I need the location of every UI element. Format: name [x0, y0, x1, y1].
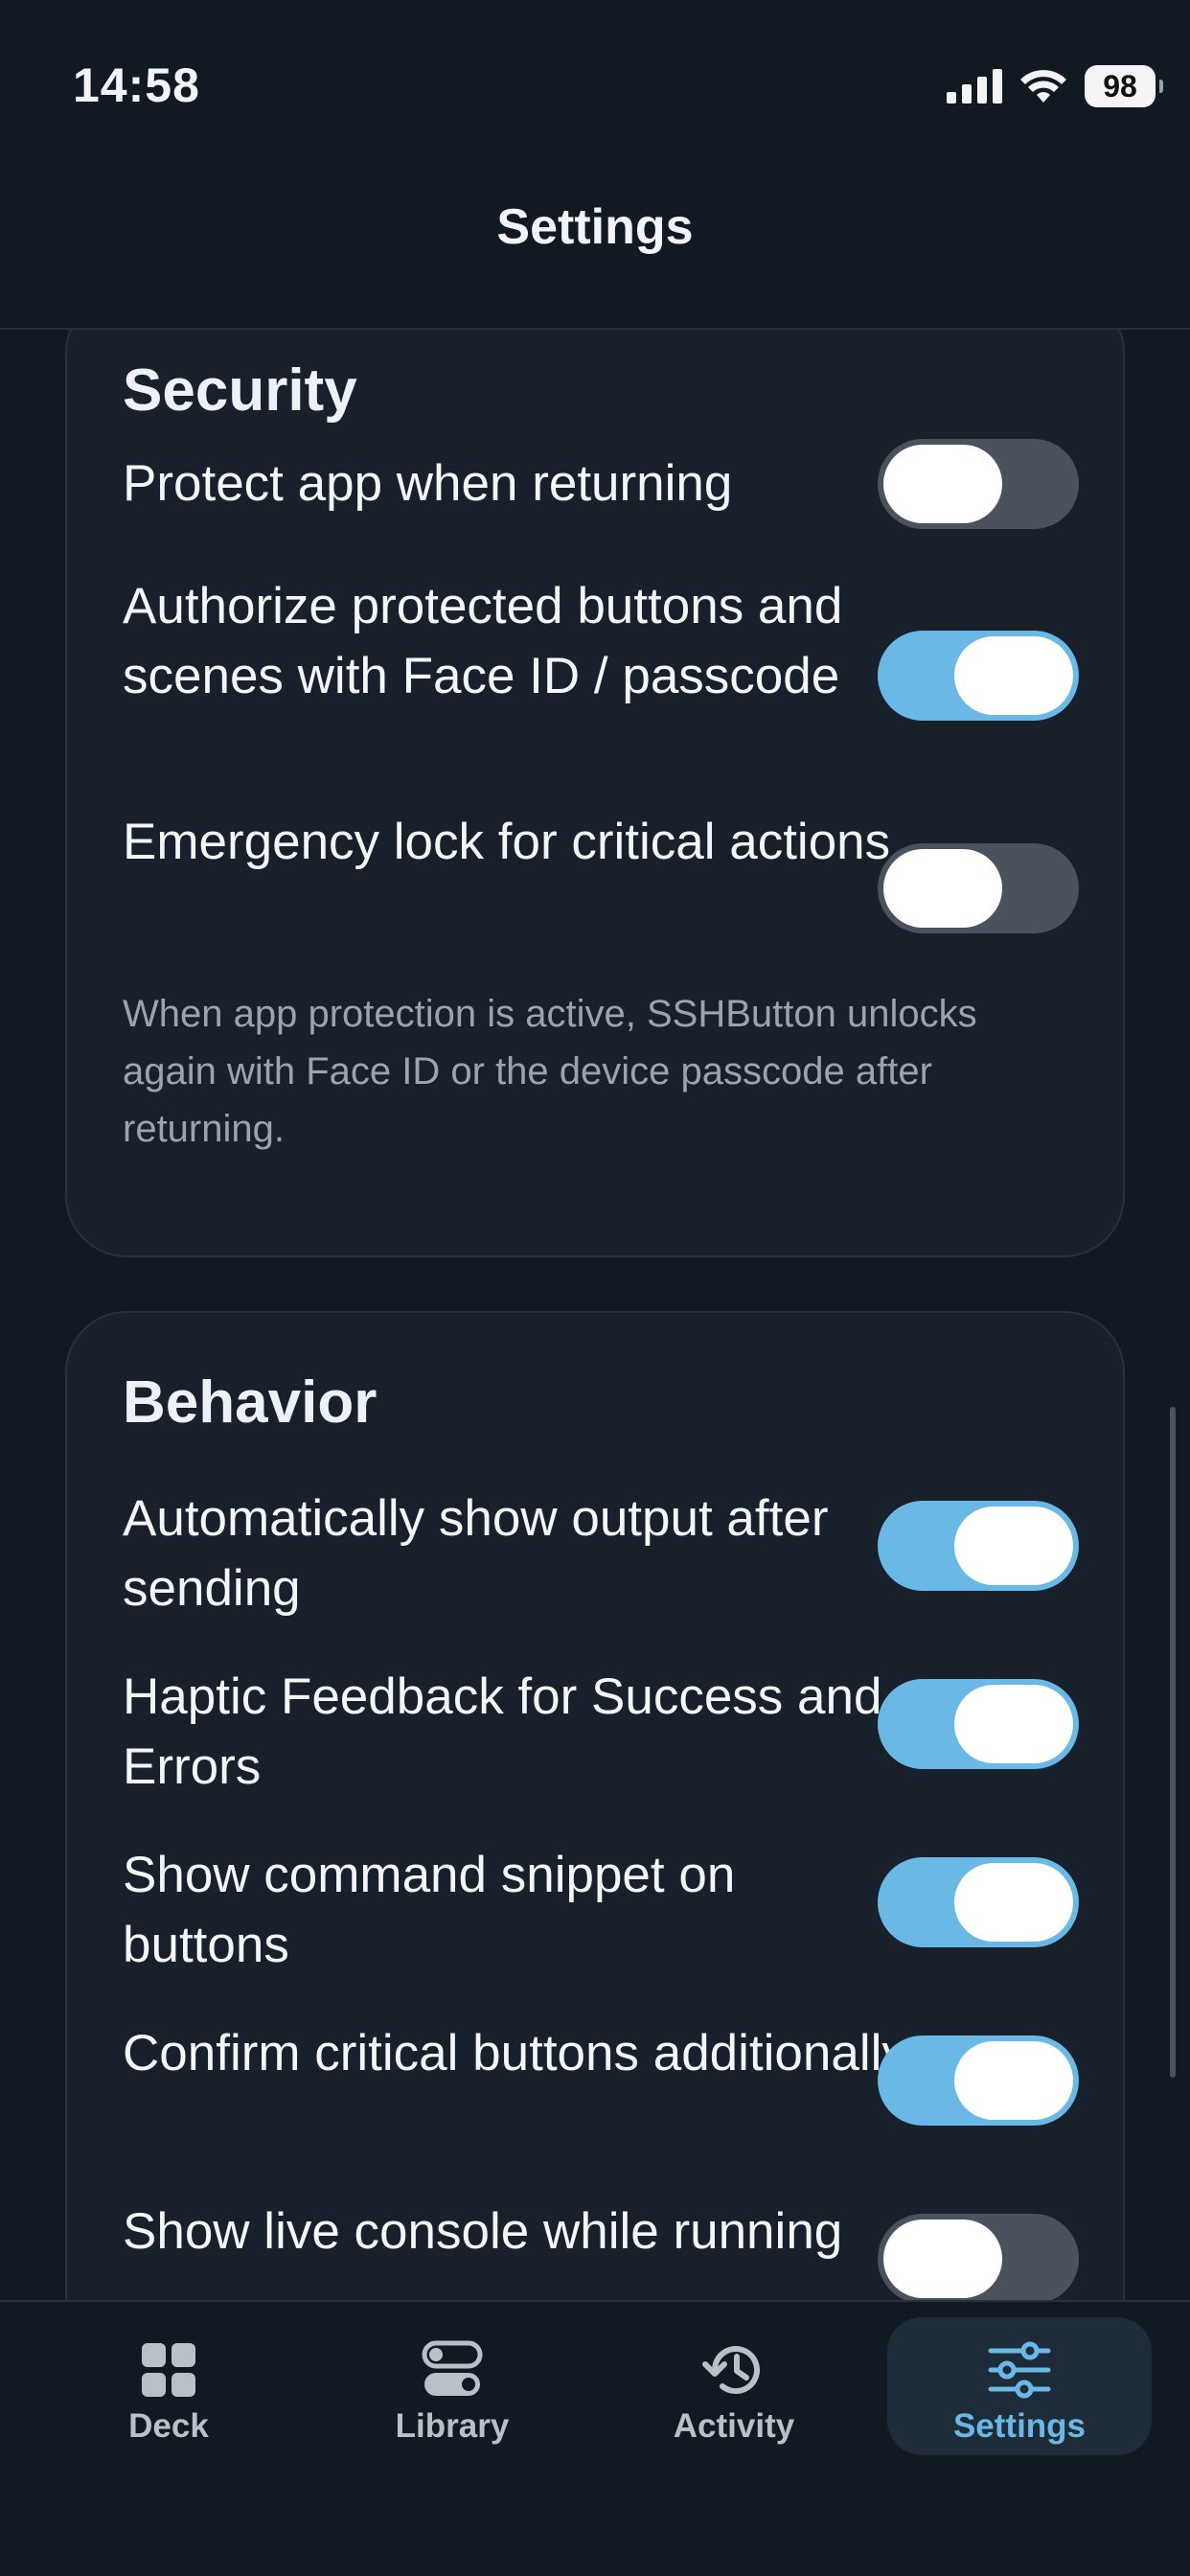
toggle-knob: [883, 445, 1002, 523]
status-icons: 98: [947, 61, 1163, 111]
protect-app-toggle[interactable]: [878, 439, 1079, 529]
auto-show-output-label: Automatically show output after sending: [123, 1490, 829, 1617]
page-title: Settings: [496, 199, 694, 255]
tab-label: Deck: [128, 2407, 209, 2445]
authorize-face-id-label: Authorize protected buttons and scenes w…: [123, 578, 843, 704]
toggle-knob: [954, 1685, 1073, 1763]
navigation-bar: Settings: [0, 172, 1190, 330]
toggle-knob: [883, 2220, 1002, 2298]
wifi-icon: [1020, 70, 1066, 103]
live-console-toggle[interactable]: [878, 2214, 1079, 2300]
tab-deck[interactable]: Deck: [36, 2317, 301, 2455]
command-snippet-label: Show command snippet on buttons: [123, 1847, 736, 1973]
battery-icon: 98: [1085, 65, 1163, 107]
tab-label: Settings: [952, 2407, 1087, 2445]
security-footnote: When app protection is active, SSHButton…: [123, 993, 977, 1150]
toggles-icon: [422, 2338, 483, 2402]
security-section-title: Security: [123, 357, 357, 424]
toggle-knob: [954, 2041, 1073, 2120]
auto-show-output-toggle[interactable]: [878, 1501, 1079, 1591]
haptic-feedback-toggle[interactable]: [878, 1679, 1079, 1769]
tab-label: Library: [395, 2407, 510, 2445]
command-snippet-toggle[interactable]: [878, 1857, 1079, 1947]
behavior-section-title: Behavior: [123, 1369, 378, 1436]
tab-library[interactable]: Library: [320, 2317, 584, 2455]
protect-app-label: Protect app when returning: [123, 455, 733, 512]
status-time: 14:58: [73, 58, 200, 112]
live-console-label: Show live console while running: [123, 2203, 843, 2260]
toggle-knob: [883, 849, 1002, 928]
confirm-critical-toggle[interactable]: [878, 2036, 1079, 2126]
toggle-knob: [954, 1863, 1073, 1942]
sliders-icon: [988, 2338, 1051, 2402]
tab-settings[interactable]: Settings: [887, 2317, 1152, 2455]
confirm-critical-label: Confirm critical buttons additionally: [123, 2025, 907, 2082]
emergency-lock-toggle[interactable]: [878, 843, 1079, 933]
scroll-indicator[interactable]: [1170, 1407, 1176, 2078]
tab-bar: Deck Library Activity Settings: [0, 2300, 1190, 2576]
toggle-knob: [954, 1506, 1073, 1585]
toggle-knob: [954, 636, 1073, 715]
grid-icon: [140, 2338, 197, 2402]
tab-activity[interactable]: Activity: [602, 2317, 866, 2455]
tab-label: Activity: [673, 2407, 795, 2445]
security-card: Security Protect app when returning Auth…: [65, 330, 1125, 1257]
behavior-card: Behavior Automatically show output after…: [65, 1311, 1125, 2300]
authorize-face-id-toggle[interactable]: [878, 631, 1079, 721]
emergency-lock-label: Emergency lock for critical actions: [123, 814, 891, 870]
battery-level: 98: [1103, 68, 1137, 104]
signal-icon: [947, 69, 1002, 104]
history-icon: [701, 2338, 767, 2402]
settings-scroll-view[interactable]: Security Protect app when returning Auth…: [0, 330, 1190, 2300]
status-bar: 14:58 98: [0, 0, 1190, 172]
haptic-feedback-label: Haptic Feedback for Success and Errors: [123, 1668, 882, 1795]
